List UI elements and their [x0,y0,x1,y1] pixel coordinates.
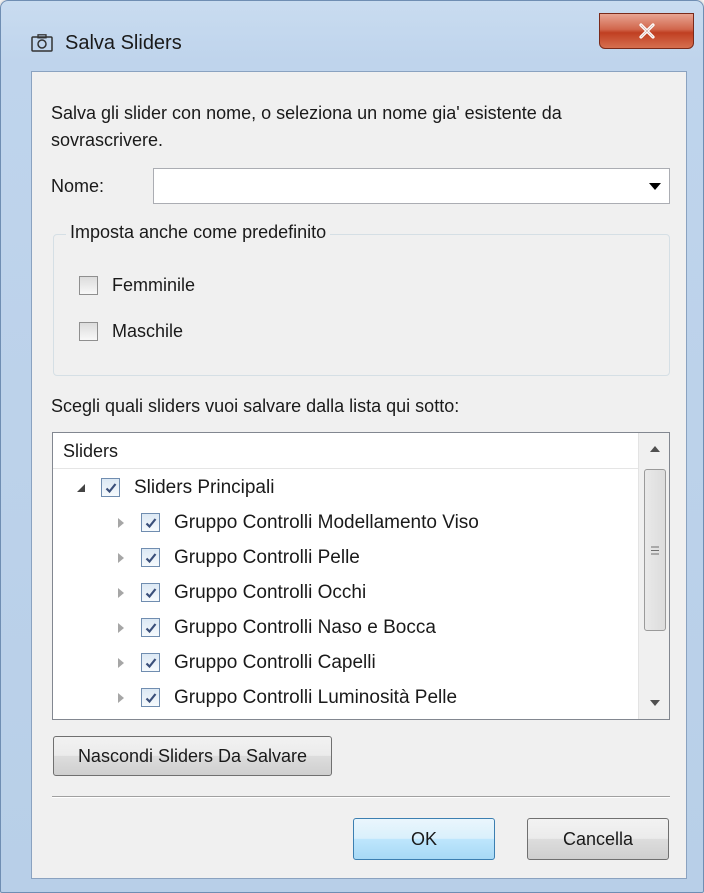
checkmark-icon [105,482,116,493]
tree-node-label: Gruppo Controlli Luminosità Pelle [174,686,458,708]
maschile-checkbox[interactable] [79,322,98,341]
tree-node-label: Gruppo Controlli Occhi [174,581,367,603]
tree-node[interactable]: Gruppo Controlli Pelle [111,540,360,575]
scroll-up-button[interactable] [639,435,669,463]
expand-triangle-icon[interactable] [111,622,131,633]
expand-triangle-icon[interactable] [111,657,131,668]
tree-node-label: Gruppo Controlli Naso e Bocca [174,616,436,638]
tree-checkbox[interactable] [141,688,160,707]
tree-checkbox-root[interactable] [101,478,120,497]
tree-node[interactable]: Gruppo Controlli Luminosità Pelle [111,680,457,715]
tree-checkbox[interactable] [141,618,160,637]
checkmark-icon [145,657,156,668]
expand-triangle-icon[interactable] [111,587,131,598]
nome-combobox[interactable] [153,168,670,204]
tree-node[interactable]: Gruppo Controlli Modellamento Viso [111,505,479,540]
tree-checkbox[interactable] [141,583,160,602]
maschile-option[interactable]: Maschile [79,321,183,342]
camera-icon [31,34,53,52]
nome-label: Nome: [51,176,105,196]
expand-triangle-icon[interactable] [111,517,131,528]
grip-icon [651,546,659,554]
tree-checkbox[interactable] [141,653,160,672]
tree-node-label: Gruppo Controlli Pelle [174,546,360,568]
scroll-thumb[interactable] [644,469,666,631]
hide-sliders-button[interactable]: Nascondi Sliders Da Salvare [53,736,332,776]
scroll-up-icon [650,446,660,452]
list-instruction: Scegli quali sliders vuoi salvare dalla … [51,396,460,416]
title-bar[interactable]: Salva Sliders [1,1,703,63]
collapse-triangle-icon[interactable] [71,483,91,493]
intro-text: Salva gli slider con nome, o seleziona u… [51,103,562,150]
ok-button[interactable]: OK [353,818,495,860]
tree-node-label: Gruppo Controlli Capelli [174,651,376,673]
expand-triangle-icon[interactable] [111,692,131,703]
tree-node-root[interactable]: Sliders Principali [71,470,274,505]
nome-input[interactable] [154,169,634,203]
tree-node-label: Gruppo Controlli Modellamento Viso [174,511,479,533]
sliders-tree[interactable]: Sliders Sliders Principali Gruppo Contro… [52,432,670,720]
groupbox-title: Imposta anche come predefinito [66,222,331,243]
tree-column-header[interactable]: Sliders [53,433,638,469]
dropdown-arrow-icon[interactable] [649,183,661,190]
checkmark-icon [145,587,156,598]
tree-node[interactable]: Gruppo Controlli Capelli [111,645,376,680]
close-icon [638,23,655,39]
femminile-label: Femminile [112,275,196,295]
window-title: Salva Sliders [65,32,182,54]
dialog-window: Salva Sliders Salva gli slider con nome,… [0,0,704,893]
maschile-label: Maschile [112,321,184,341]
tree-node[interactable]: Gruppo Controlli Naso e Bocca [111,610,436,645]
separator-line [52,796,670,798]
femminile-checkbox[interactable] [79,276,98,295]
close-button[interactable] [599,13,694,49]
tree-node[interactable]: Gruppo Controlli Occhi [111,575,366,610]
expand-triangle-icon[interactable] [111,552,131,563]
tree-body: Sliders Principali Gruppo Controlli Mode… [53,470,638,719]
tree-node-label: Sliders Principali [134,476,275,498]
tree-checkbox[interactable] [141,513,160,532]
checkmark-icon [145,622,156,633]
scroll-down-icon [650,700,660,706]
tree-checkbox[interactable] [141,548,160,567]
checkmark-icon [145,692,156,703]
cancel-button[interactable]: Cancella [527,818,669,860]
checkmark-icon [145,552,156,563]
default-groupbox: Imposta anche come predefinito Femminile… [53,222,670,376]
scroll-down-button[interactable] [639,689,669,717]
tree-vertical-scrollbar[interactable] [638,433,669,719]
dialog-client-area: Salva gli slider con nome, o seleziona u… [31,71,687,879]
femminile-option[interactable]: Femminile [79,275,195,296]
checkmark-icon [145,517,156,528]
